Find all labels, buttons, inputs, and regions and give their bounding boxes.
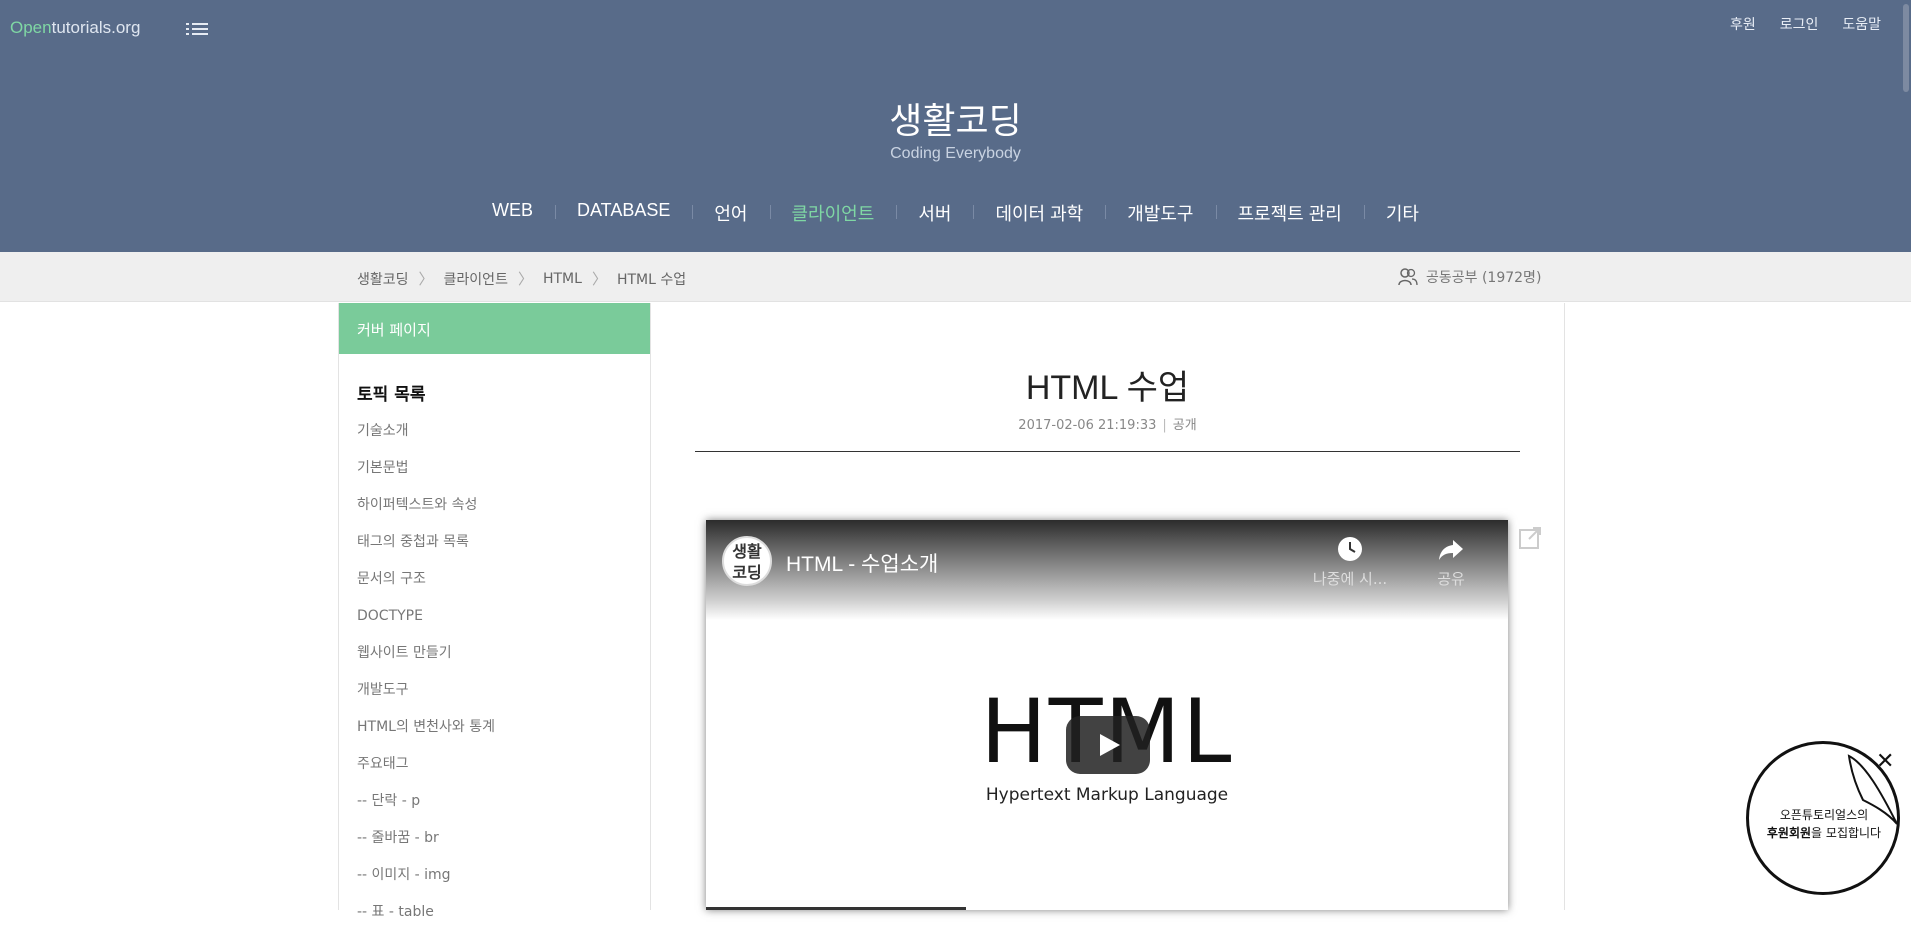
promo-line1: 오픈튜토리얼스의 [1779,808,1869,822]
login-link[interactable]: 로그인 [1780,14,1819,34]
chevron-right-icon: 〉 [591,270,607,288]
youtube-embed[interactable]: HTML Hypertext Markup Language 생활 코딩 HTM… [706,520,1508,910]
article-title: HTML 수업 [1025,369,1190,407]
topic-item[interactable]: 웹사이트 만들기 [357,635,632,672]
topic-list-heading: 토픽 목록 [357,385,426,405]
topic-item[interactable]: 문서의 구조 [357,561,632,598]
nav-item-client[interactable]: 클라이언트 [769,200,897,226]
brand-open-text: Open [10,18,52,37]
help-link[interactable]: 도움말 [1842,14,1881,34]
topic-item[interactable]: 주요태그 [357,746,632,783]
article-date: 2017-02-06 21:19:33 [1018,418,1157,433]
video-thumbnail-subtitle: Hypertext Markup Language [985,785,1229,805]
topic-item[interactable]: -- 표 - table [357,894,632,931]
promo-bold: 후원회원 [1766,826,1812,840]
top-links: 후원 로그인 도움말 [1730,14,1881,34]
nav-item-server[interactable]: 서버 [896,200,973,226]
external-link-icon[interactable] [1517,525,1543,551]
video-title[interactable]: HTML - 수업소개 [786,548,938,578]
channel-badge-text: 생활 코딩 [732,542,762,582]
share-icon [1439,540,1463,560]
page-scrollbar[interactable] [1897,0,1911,910]
cover-page-link[interactable]: 커버 페이지 [339,303,650,354]
breadcrumb-item[interactable]: HTML [543,271,582,287]
users-icon [1398,268,1418,286]
article-meta: 2017-02-06 21:19:33 | 공개 [695,414,1520,433]
article-visibility: 공개 [1172,418,1197,433]
study-group-link[interactable]: 공동공부 (1972명) [1398,267,1541,287]
site-title[interactable]: 생활코딩 [0,92,1911,144]
title-divider [695,451,1520,452]
topic-item[interactable]: -- 단락 - p [357,783,632,820]
site-header: Opentutorials.org 후원 로그인 도움말 생활코딩 Coding… [0,0,1911,252]
play-button[interactable] [1066,716,1150,774]
list-menu-icon[interactable] [186,20,208,38]
nav-item-language[interactable]: 언어 [692,200,769,226]
topic-item[interactable]: -- 이미지 - img [357,857,632,894]
site-subtitle: Coding Everybody [890,145,1021,162]
topic-item[interactable]: 개발도구 [357,672,632,709]
breadcrumb-bar: 생활코딩 〉 클라이언트 〉 HTML 〉 HTML 수업 공동공부 (1972… [0,252,1911,302]
share-label: 공유 [1437,570,1465,588]
chevron-right-icon: 〉 [517,270,533,288]
nav-item-dev-tools[interactable]: 개발도구 [1105,200,1215,226]
brand-rest-text: tutorials.org [51,18,141,37]
topic-item[interactable]: 태그의 중첩과 목록 [357,524,632,561]
promo-line2: 을 모집합니다 [1811,826,1882,840]
sponsor-link[interactable]: 후원 [1730,14,1756,34]
brand-logo[interactable]: Opentutorials.org [10,18,140,38]
clock-icon [1338,537,1362,561]
breadcrumb-item[interactable]: 생활코딩 [357,269,409,289]
nav-item-data-science[interactable]: 데이터 과학 [973,200,1105,226]
topic-sidebar: 커버 페이지 토픽 목록 기술소개 기본문법 하이퍼텍스트와 속성 태그의 중첩… [338,303,651,920]
channel-avatar[interactable]: 생활 코딩 [722,536,772,586]
promo-text: 오픈튜토리얼스의후원회원을 모집합니다 [1749,806,1899,842]
content-divider [1564,303,1565,910]
breadcrumb-item[interactable]: 클라이언트 [444,269,508,289]
topic-item[interactable]: DOCTYPE [357,598,632,635]
topic-item[interactable]: 기본문법 [357,450,632,487]
watch-later-label: 나중에 시... [1312,570,1388,588]
breadcrumb: 생활코딩 〉 클라이언트 〉 HTML 〉 HTML 수업 [357,268,686,289]
nav-item-database[interactable]: DATABASE [555,200,692,226]
topic-item[interactable]: 하이퍼텍스트와 속성 [357,487,632,524]
nav-item-project-management[interactable]: 프로젝트 관리 [1215,200,1364,226]
close-icon[interactable]: ✕ [1876,749,1894,774]
chevron-right-icon: 〉 [418,270,434,288]
meta-divider: | [1162,418,1167,433]
topic-item[interactable]: -- 줄바꿈 - br [357,820,632,857]
scrollbar-thumb[interactable] [1903,4,1909,92]
share-button[interactable]: 공유 [1406,536,1496,589]
topic-list: 기술소개 기본문법 하이퍼텍스트와 속성 태그의 중첩과 목록 문서의 구조 D… [339,413,650,931]
main-nav: WEB DATABASE 언어 클라이언트 서버 데이터 과학 개발도구 프로젝… [0,200,1911,226]
topic-item[interactable]: HTML의 변천사와 통계 [357,709,632,746]
breadcrumb-item[interactable]: HTML 수업 [617,269,686,289]
nav-item-etc[interactable]: 기타 [1363,200,1441,226]
watch-later-button[interactable]: 나중에 시... [1305,536,1395,589]
nav-item-web[interactable]: WEB [470,200,555,226]
study-count: 공동공부 (1972명) [1426,270,1542,286]
topic-item[interactable]: 기술소개 [357,413,632,450]
